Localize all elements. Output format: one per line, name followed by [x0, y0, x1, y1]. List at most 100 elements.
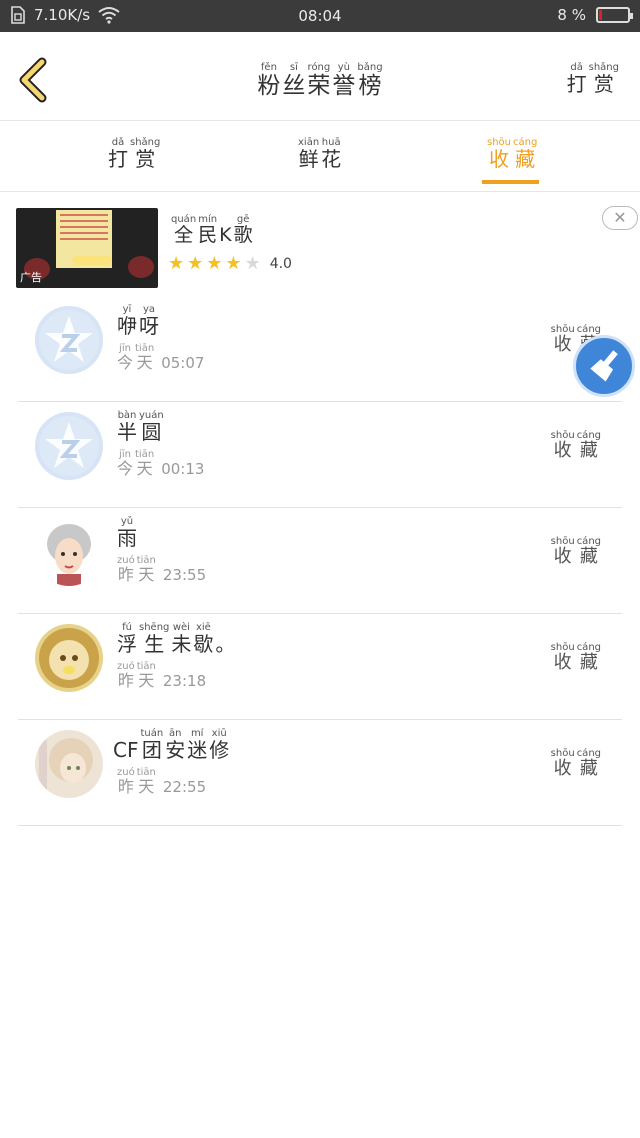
pinyin-char: jīn 今 — [117, 449, 133, 478]
list-item[interactable]: yī咿ya呀 jīn今tiān天05:07 shōu收cáng藏 — [18, 296, 622, 402]
character: 粉 — [257, 73, 281, 99]
pinyin-char: tiān 天 — [137, 767, 156, 796]
character: 半 — [117, 420, 137, 444]
character: 收 — [489, 147, 509, 171]
favorite-label: shōu收cáng藏 — [550, 430, 602, 461]
star-icon: ★ — [187, 253, 204, 274]
character: 赏 — [593, 72, 614, 96]
reward-button[interactable]: dǎ 打 shǎng 赏 — [566, 62, 620, 95]
list-item[interactable]: CF tuán 团 ān 安 mí 迷 xiū 修 zuó 昨 tiān 天 22:55 shōu 收 cá… — [18, 720, 622, 826]
battery-icon — [596, 7, 633, 23]
pinyin-char: shōu 收 — [551, 536, 575, 567]
character: 歌 — [233, 224, 253, 246]
ad-banner[interactable]: 广告 quán 全 mín 民 Kgē 歌 ★ ★ ★ ★ ★ 4.0 ✕ — [0, 192, 640, 296]
list-item[interactable]: yǔ 雨 zuó 昨 tiān 天 23:55 shōu 收 cáng 藏 — [18, 508, 622, 614]
pinyin-char: yǔ 雨 — [117, 516, 137, 549]
character: 天 — [138, 671, 155, 690]
character: 收 — [553, 652, 572, 673]
character: 未 — [171, 632, 192, 656]
user-name: bàn 半 yuán 圆 — [116, 410, 165, 443]
pinyin-char: gē 歌 — [234, 214, 253, 246]
pinyin-char: tiān 天 — [137, 555, 156, 584]
tab-bar: dǎ 打 shǎng 赏 xiān 鲜 huā 花 shōu 收 cáng 藏 — [0, 121, 640, 192]
character: 榜 — [358, 73, 382, 99]
avatar[interactable] — [35, 624, 103, 692]
pinyin-char: cáng藏 — [513, 137, 537, 170]
avatar[interactable] — [35, 412, 103, 480]
pinyin-char: mí 迷 — [187, 728, 207, 761]
tab-reward[interactable]: dǎ 打 shǎng 赏 — [107, 137, 161, 170]
pinyin-char: K — [219, 214, 231, 246]
ad-thumbnail[interactable]: 广告 — [16, 208, 158, 288]
pinyin-char: fú 浮 — [117, 622, 137, 655]
pinyin-char: bǎng 榜 — [357, 62, 382, 98]
avatar[interactable] — [35, 730, 103, 798]
character: 迷 — [187, 738, 208, 762]
star-icon: ★ — [206, 253, 223, 274]
timestamp: jīn 今 tiān 天 05:07 — [117, 343, 205, 373]
character: K — [219, 224, 232, 246]
character: 打 — [108, 147, 128, 171]
ad-app-name: quán 全 mín 民 Kgē 歌 — [170, 214, 254, 246]
clock: 08:04 — [298, 7, 342, 25]
close-ad-icon[interactable]: ✕ — [602, 206, 638, 230]
floating-broom-button[interactable] — [573, 335, 635, 397]
timestamp: jīn 今 tiān 天 00:13 — [117, 449, 205, 479]
character: 天 — [136, 459, 153, 478]
timestamp: zuó 昨 tiān 天 22:55 — [117, 767, 207, 797]
pinyin-char: tuán 团 — [140, 728, 163, 761]
list-item[interactable]: fú 浮 shēng 生 wèi 未 xiē 歇 。 zuó 昨 tiān 天 23:18 shōu 收… — [18, 614, 622, 720]
character: 团 — [141, 738, 162, 762]
pinyin-char: shǎng 赏 — [589, 62, 619, 95]
tab-flowers[interactable]: xiān 鲜 huā 花 — [297, 137, 342, 170]
character: 鲜 — [298, 147, 319, 171]
pinyin-char: fěn 粉 — [257, 62, 280, 98]
character: 呀 — [139, 314, 159, 338]
default-avatar-icon — [35, 306, 103, 374]
character: 荣 — [307, 73, 331, 99]
pinyin-char: shǎng 赏 — [130, 137, 160, 170]
pinyin-char: zuó 昨 — [117, 555, 135, 584]
pinyin-char: shōu 收 — [487, 137, 511, 170]
avatar[interactable] — [35, 518, 103, 586]
pinyin-char: yī 咿 — [117, 304, 137, 337]
character: 歇 — [193, 632, 214, 656]
pinyin-char: dǎ 打 — [567, 62, 587, 95]
pinyin-char: cáng藏 — [577, 536, 601, 567]
timestamp: zuó 昨 tiān 天 23:55 — [117, 555, 207, 585]
tab-favorites[interactable]: shōu 收 cáng 藏 — [486, 137, 538, 170]
pinyin-char: zuó 昨 — [117, 767, 135, 796]
user-name: CF tuán 团 ān 安 mí 迷 xiū 修 — [112, 728, 230, 761]
pinyin-char: ya 呀 — [139, 304, 159, 337]
pinyin-char: sī 丝 — [282, 62, 305, 98]
character: 藏 — [579, 546, 598, 567]
favorite-label: shōu收cáng藏 — [550, 642, 602, 673]
pinyin-char: huā 花 — [321, 137, 341, 170]
character: 赏 — [135, 147, 156, 171]
pinyin-char: shōu 收 — [551, 324, 575, 355]
pinyin-char: yù 誉 — [332, 62, 355, 98]
character: CF — [113, 738, 139, 762]
character: 圆 — [141, 420, 162, 444]
pinyin-char: bàn 半 — [117, 410, 137, 443]
favorite-label: shōu收cáng藏 — [550, 536, 602, 567]
avatar[interactable] — [35, 306, 103, 374]
character: 天 — [138, 565, 155, 584]
user-name: fú 浮 shēng 生 wèi 未 xiē 歇 。 — [116, 622, 236, 655]
character: 昨 — [117, 565, 134, 584]
star-icon: ★ — [168, 253, 185, 274]
pinyin-char: shōu 收 — [551, 748, 575, 779]
character: 藏 — [579, 652, 598, 673]
list-item[interactable]: bàn 半 yuán 圆 jīn 今 tiān 天 00:13 shōu 收 cáng 藏 — [18, 402, 622, 508]
character: 生 — [144, 632, 165, 656]
pinyin-char: xiān 鲜 — [298, 137, 319, 170]
pinyin-char: cáng藏 — [577, 642, 601, 673]
pinyin-char: tiān 天 — [135, 343, 154, 372]
fan-list: yī咿ya呀 jīn今tiān天05:07 shōu收cáng藏 bàn半yuá… — [18, 296, 622, 826]
pinyin-char: cáng藏 — [577, 430, 601, 461]
character: 修 — [209, 738, 230, 762]
character: 安 — [165, 738, 186, 762]
pinyin-char: quán 全 — [171, 214, 196, 246]
pinyin-char: jīn 今 — [117, 343, 133, 372]
character: 雨 — [117, 526, 137, 550]
